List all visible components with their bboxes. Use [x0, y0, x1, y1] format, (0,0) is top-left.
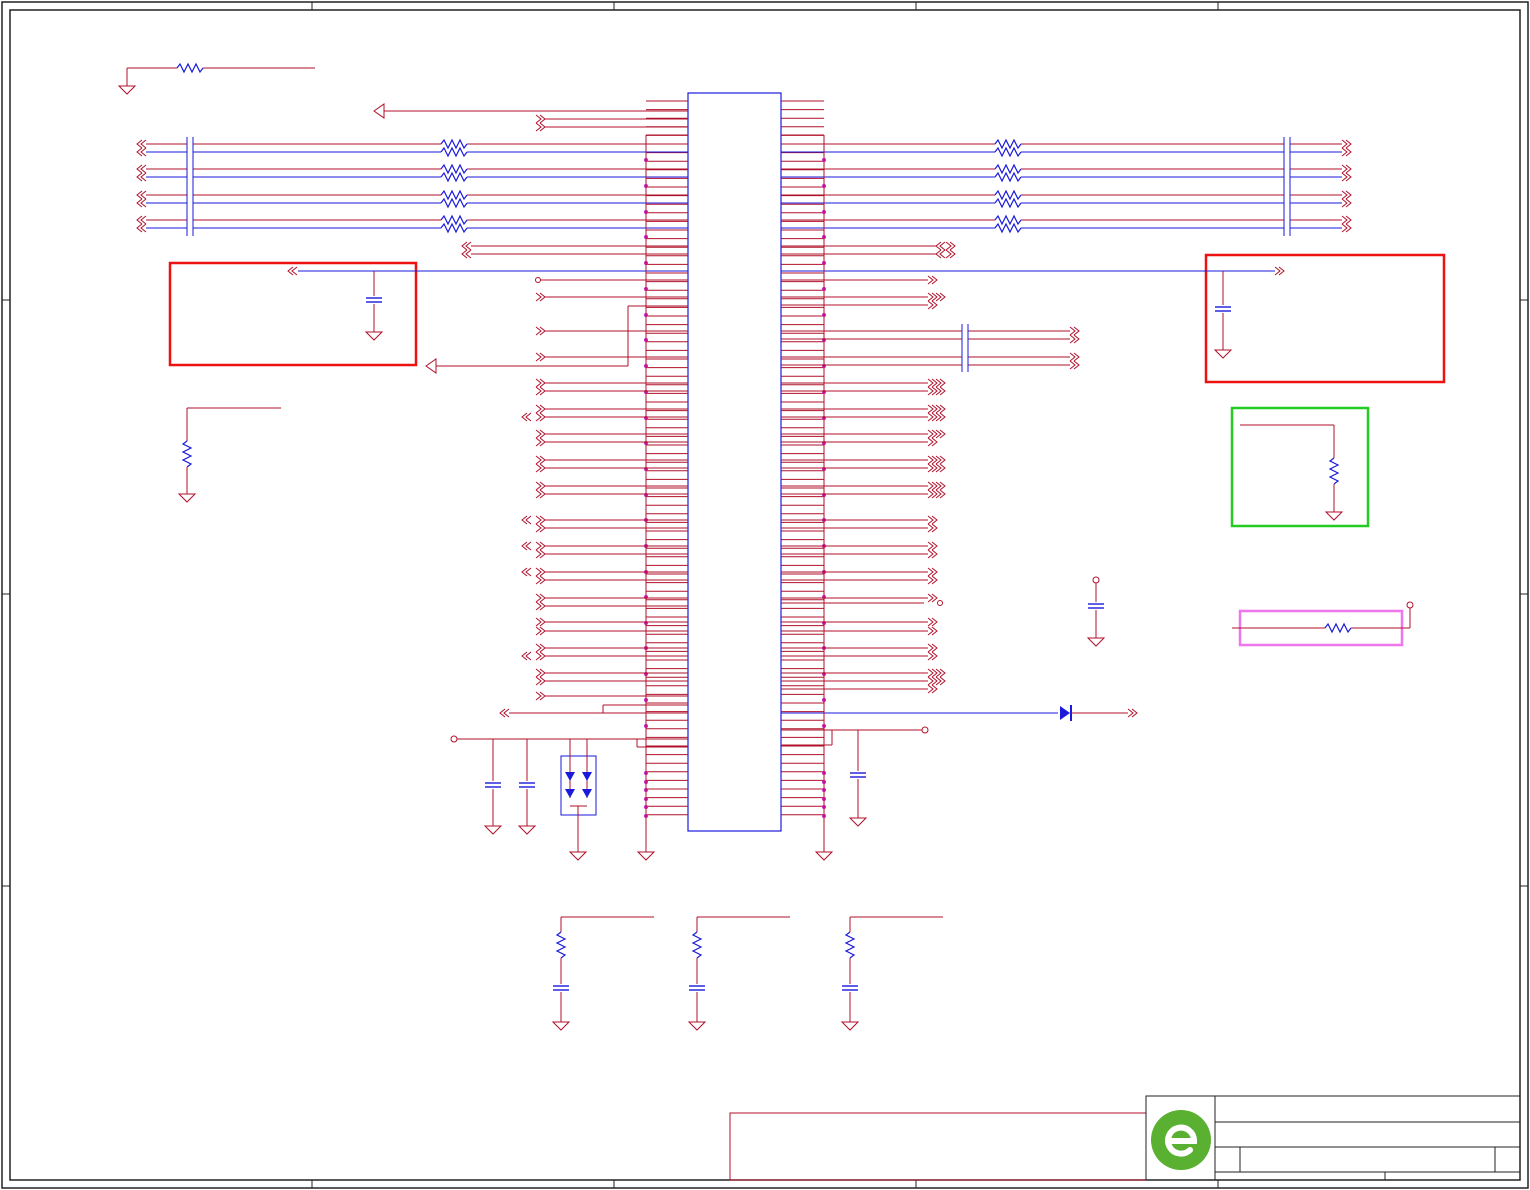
offpage-connector-icon: [1341, 147, 1352, 157]
offpage-connector-icon: [1341, 198, 1352, 208]
right-differential-pairs: [781, 137, 1352, 236]
offpage-connector-icon: [1341, 139, 1352, 149]
offpage-connector-icon: [136, 190, 147, 200]
capacitor-right-decoupling: [1087, 576, 1105, 647]
resistor-icon: [440, 190, 468, 200]
offpage-connector-icon: [136, 164, 147, 174]
offpage-connector-icon: [1341, 190, 1352, 200]
resistor-icon: [994, 139, 1022, 149]
highlight-box-pink: [1232, 601, 1414, 647]
ground-symbol-icon: [688, 1011, 706, 1031]
resistor-icon: [556, 931, 566, 959]
resistor-topleft: [118, 63, 315, 95]
ground-symbol-icon: [118, 75, 136, 95]
top-output-port: [373, 103, 688, 132]
resistor-icon: [994, 215, 1022, 225]
resistor-icon: [994, 198, 1022, 208]
resistor-icon: [440, 215, 468, 225]
rc-filters-bottom: [552, 916, 943, 1031]
highlight-box-green: [1230, 406, 1370, 528]
resistor-icon: [440, 198, 468, 208]
capacitor-icon: [688, 985, 706, 991]
resistor-icon: [994, 147, 1022, 157]
ground-symbol-icon: [552, 1011, 570, 1031]
ground-bus-left: [637, 134, 688, 861]
resistor-icon: [994, 223, 1022, 233]
offpage-connector-icon: [1341, 215, 1352, 225]
schematic-canvas: [1, 1, 1529, 1189]
offpage-connector-icon: [1341, 223, 1352, 233]
offpage-connector-icon: [136, 198, 147, 208]
ic-body: [687, 92, 782, 832]
ground-bus-right: [781, 134, 833, 861]
capacitor-icon: [552, 985, 570, 991]
resistor-icon: [440, 147, 468, 157]
resistor-icon: [994, 190, 1022, 200]
offpage-connector-icon: [136, 172, 147, 182]
offpage-connector-icon: [136, 223, 147, 233]
offpage-connector-icon: [136, 147, 147, 157]
highlight-box-right: [781, 253, 1446, 384]
resistor-icon: [440, 139, 468, 149]
highlight-box-left: [168, 261, 688, 367]
sheet-frame: [1, 1, 1529, 1189]
resistor-icon: [440, 164, 468, 174]
diode-right: [781, 705, 1138, 721]
resistor-icon: [440, 172, 468, 182]
offpage-connector-icon: [1341, 172, 1352, 182]
diode-icon: [1060, 706, 1070, 720]
resistor-left-pulldown: [178, 407, 281, 503]
capacitor-right-bottom: [781, 726, 929, 827]
offpage-connector-icon: [136, 215, 147, 225]
resistor-icon: [845, 931, 855, 959]
notes-box: [729, 1112, 1147, 1181]
ground-symbol-icon: [841, 1011, 859, 1031]
resistor-icon: [994, 172, 1022, 182]
left-differential-pairs: [136, 137, 688, 236]
capacitor-icon: [841, 985, 859, 991]
offpage-connector-icon: [1341, 164, 1352, 174]
resistor-icon: [994, 164, 1022, 174]
ic-pin-lines: [646, 100, 824, 816]
right-signal-nets: [781, 241, 1080, 694]
company-logo-icon: [1151, 1110, 1211, 1170]
resistor-icon: [440, 223, 468, 233]
resistor-icon: [692, 931, 702, 959]
offpage-connector-icon: [136, 139, 147, 149]
